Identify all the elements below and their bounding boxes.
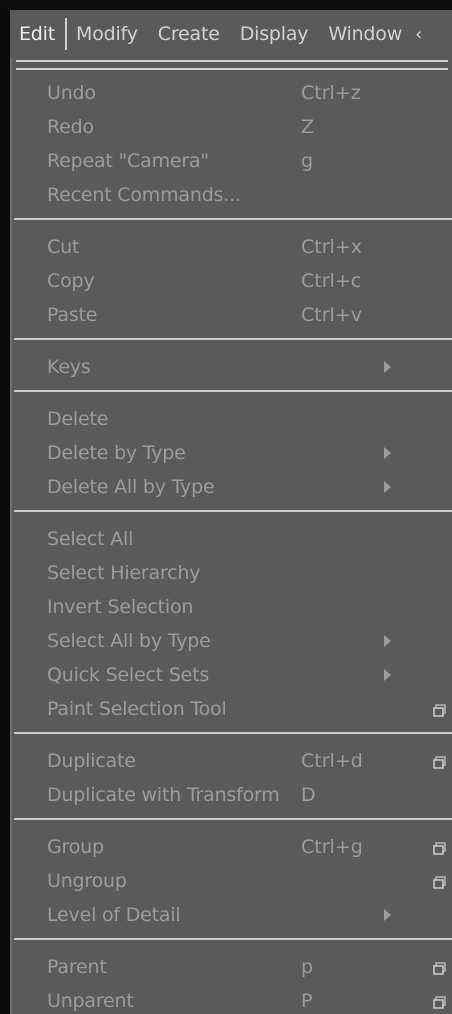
menu-item-label: Invert Selection xyxy=(47,596,194,618)
menu-item-shortcut: p xyxy=(301,956,314,978)
option-box-icon[interactable] xyxy=(433,702,446,717)
menu-item-shortcut: Ctrl+d xyxy=(301,750,363,772)
menu-item-label: Select All xyxy=(47,528,134,550)
submenu-arrow-icon xyxy=(384,481,391,493)
menu-item-paint-selection-tool[interactable]: Paint Selection Tool xyxy=(12,692,452,726)
menu-item-label: Delete xyxy=(47,408,109,430)
menu-item-duplicate[interactable]: Duplicate Ctrl+d xyxy=(12,744,452,778)
option-box-icon[interactable] xyxy=(433,874,446,889)
menu-separator xyxy=(14,218,452,220)
menu-item-copy[interactable]: Copy Ctrl+c xyxy=(12,264,452,298)
menu-item-invert-selection[interactable]: Invert Selection xyxy=(12,590,452,624)
menu-item-shortcut: Ctrl+z xyxy=(301,82,361,104)
menu-item-label: Paste xyxy=(47,304,98,326)
menu-item-label: Redo xyxy=(47,116,94,138)
window-top-strip xyxy=(0,0,452,10)
menu-item-shortcut: Ctrl+c xyxy=(301,270,362,292)
menu-item-level-of-detail[interactable]: Level of Detail xyxy=(12,898,452,932)
menu-separator xyxy=(14,732,452,734)
menu-item-label: Duplicate with Transform xyxy=(47,784,280,806)
menu-item-label: Copy xyxy=(47,270,95,292)
menu-item-label: Delete by Type xyxy=(47,442,186,464)
menubar-overflow-indicator[interactable]: ‹ xyxy=(413,24,422,45)
menu-item-repeat-camera[interactable]: Repeat "Camera" g xyxy=(12,144,452,178)
option-box-icon[interactable] xyxy=(433,960,446,975)
menu-item-shortcut: P xyxy=(301,990,313,1012)
menu-item-select-all[interactable]: Select All xyxy=(12,522,452,556)
option-box-icon[interactable] xyxy=(433,840,446,855)
menu-item-cut[interactable]: Cut Ctrl+x xyxy=(12,230,452,264)
menu-separator xyxy=(14,938,452,940)
menu-item-shortcut: Ctrl+g xyxy=(301,836,363,858)
menu-item-shortcut: Ctrl+v xyxy=(301,304,362,326)
menu-item-label: Level of Detail xyxy=(47,904,181,926)
menu-item-shortcut: g xyxy=(301,150,314,172)
menu-item-label: Parent xyxy=(47,956,107,978)
menu-item-label: Undo xyxy=(47,82,96,104)
menu-modify[interactable]: Modify xyxy=(67,10,149,58)
menu-edit[interactable]: Edit xyxy=(10,18,67,50)
menu-item-label: Quick Select Sets xyxy=(47,664,210,686)
menu-separator xyxy=(14,390,452,392)
menu-separator xyxy=(14,510,452,512)
submenu-arrow-icon xyxy=(384,909,391,921)
tear-off-bar[interactable] xyxy=(16,60,448,70)
submenu-arrow-icon xyxy=(384,447,391,459)
menu-item-label: Select All by Type xyxy=(47,630,211,652)
menu-item-group[interactable]: Group Ctrl+g xyxy=(12,830,452,864)
menu-item-label: Ungroup xyxy=(47,870,127,892)
submenu-arrow-icon xyxy=(384,669,391,681)
menu-item-quick-select-sets[interactable]: Quick Select Sets xyxy=(12,658,452,692)
submenu-arrow-icon xyxy=(384,635,391,647)
menu-item-label: Select Hierarchy xyxy=(47,562,201,584)
menu-item-shortcut: Ctrl+x xyxy=(301,236,362,258)
menu-item-label: Keys xyxy=(47,356,91,378)
menu-item-label: Cut xyxy=(47,236,80,258)
menu-item-label: Repeat "Camera" xyxy=(47,150,209,172)
menu-item-shortcut: D xyxy=(301,784,316,806)
menu-item-duplicate-with-transform[interactable]: Duplicate with Transform D xyxy=(12,778,452,812)
menu-item-label: Delete All by Type xyxy=(47,476,215,498)
menu-item-delete[interactable]: Delete xyxy=(12,402,452,436)
app-screen: Edit Modify Create Display Window ‹ Undo Ctrl+… xyxy=(0,0,452,1014)
menu-window[interactable]: Window xyxy=(319,10,413,58)
menu-item-shortcut: Z xyxy=(301,116,315,138)
menu-item-parent[interactable]: Parent p xyxy=(12,950,452,984)
menu-item-keys[interactable]: Keys xyxy=(12,350,452,384)
menu-item-recent-commands[interactable]: Recent Commands... xyxy=(12,178,452,212)
menu-item-ungroup[interactable]: Ungroup xyxy=(12,864,452,898)
menu-item-label: Duplicate xyxy=(47,750,136,772)
menu-item-delete-by-type[interactable]: Delete by Type xyxy=(12,436,452,470)
option-box-icon[interactable] xyxy=(433,754,446,769)
menu-item-label: Recent Commands... xyxy=(47,184,241,206)
option-box-icon[interactable] xyxy=(433,994,446,1009)
menu-item-undo[interactable]: Undo Ctrl+z xyxy=(12,76,452,110)
menu-item-unparent[interactable]: Unparent P xyxy=(12,984,452,1014)
menu-display[interactable]: Display xyxy=(231,10,320,58)
menu-separator xyxy=(14,818,452,820)
main-menubar: Edit Modify Create Display Window ‹ xyxy=(10,10,452,58)
menu-separator xyxy=(14,338,452,340)
menu-item-label: Paint Selection Tool xyxy=(47,698,227,720)
menu-item-select-hierarchy[interactable]: Select Hierarchy xyxy=(12,556,452,590)
submenu-arrow-icon xyxy=(384,361,391,373)
menu-item-label: Unparent xyxy=(47,990,134,1012)
menu-item-select-all-by-type[interactable]: Select All by Type xyxy=(12,624,452,658)
menu-item-redo[interactable]: Redo Z xyxy=(12,110,452,144)
edit-dropdown-menu: Undo Ctrl+z Redo Z Repeat "Camera" g Recent Co… xyxy=(10,58,452,1014)
menu-item-delete-all-by-type[interactable]: Delete All by Type xyxy=(12,470,452,504)
menu-create[interactable]: Create xyxy=(149,10,231,58)
menu-item-paste[interactable]: Paste Ctrl+v xyxy=(12,298,452,332)
menu-item-label: Group xyxy=(47,836,104,858)
